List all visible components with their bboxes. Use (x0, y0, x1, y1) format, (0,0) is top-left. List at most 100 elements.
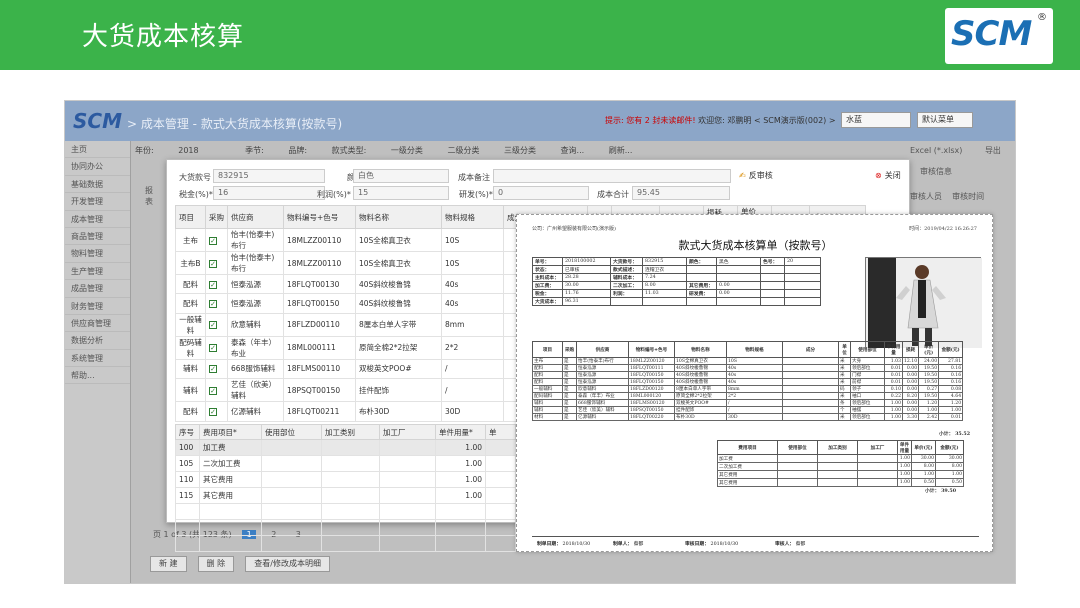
fee-item[interactable]: 加工费 (199, 439, 262, 456)
fee-part[interactable] (261, 455, 322, 472)
brand-filter[interactable]: 品牌: (288, 146, 307, 155)
report-fee-cell: 1.00 (911, 470, 936, 479)
material-col-header[interactable]: 物料编号+色号 (283, 205, 356, 229)
fee-part[interactable] (261, 439, 322, 456)
query-button[interactable]: 查询... (561, 146, 585, 155)
material-col-header[interactable]: 物料名称 (355, 205, 442, 229)
sidebar-item[interactable]: 协同办公 (65, 158, 130, 176)
sidebar-item[interactable]: 系统管理 (65, 350, 130, 368)
fee-item[interactable]: 二次加工费 (199, 455, 262, 472)
fee-qty[interactable]: 1.00 (435, 471, 486, 488)
fee-part[interactable] (261, 471, 322, 488)
fee-price[interactable] (485, 487, 516, 504)
fee-col-header[interactable]: 使用部位 (261, 424, 322, 440)
material-cell-buy[interactable]: ✓ (205, 335, 228, 360)
fee-factory[interactable] (379, 487, 436, 504)
year-filter[interactable]: 年份: 2018 (135, 146, 221, 155)
material-col-header[interactable]: 供应商 (227, 205, 284, 229)
sidebar-item[interactable]: 商品管理 (65, 228, 130, 246)
rd-field[interactable]: 0 (493, 186, 589, 200)
fee-type[interactable] (321, 487, 380, 504)
profit-field[interactable]: 15 (353, 186, 449, 200)
cost-note-field[interactable] (493, 169, 731, 183)
tax-field[interactable]: 16 (213, 186, 325, 200)
fee-col-header[interactable]: 序号 (175, 424, 200, 440)
fee-qty[interactable]: 1.00 (435, 439, 486, 456)
sidebar-item[interactable]: 主页 (65, 141, 130, 159)
purchase-checkbox[interactable]: ✓ (209, 236, 217, 245)
refresh-button[interactable]: 刷新... (609, 146, 633, 155)
sidebar-item[interactable]: 帮助... (65, 367, 130, 385)
season-filter[interactable]: 季节: (245, 146, 264, 155)
material-cell-buy[interactable]: ✓ (205, 378, 228, 403)
sidebar-item[interactable]: 财务管理 (65, 298, 130, 315)
fee-type[interactable] (321, 471, 380, 488)
mail-warning[interactable]: 提示: 您有 2 封未读邮件! (605, 116, 696, 125)
fee-price[interactable] (485, 439, 516, 456)
close-button[interactable]: ⊗ 关闭 (875, 170, 901, 181)
fee-item[interactable]: 其它费用 (199, 471, 262, 488)
cat2-filter[interactable]: 二级分类 (447, 146, 479, 155)
material-col-header[interactable]: 项目 (175, 205, 206, 229)
type-filter[interactable]: 款式类型: (332, 146, 367, 155)
sidebar-item[interactable]: 生产管理 (65, 263, 130, 281)
sidebar-item[interactable]: 成本管理 (65, 211, 130, 228)
sidebar-item[interactable]: 成品管理 (65, 280, 130, 298)
purchase-checkbox[interactable]: ✓ (209, 321, 217, 330)
fee-row[interactable]: 115 其它费用 1.00 (175, 487, 516, 504)
fee-row[interactable]: 100 加工费 1.00 (175, 439, 516, 456)
material-col-header[interactable]: 采购 (205, 205, 228, 229)
fee-item[interactable]: 其它费用 (199, 487, 262, 504)
sidebar-item[interactable]: 开发管理 (65, 193, 130, 211)
sidebar-item[interactable]: 基础数据 (65, 176, 130, 194)
fee-price[interactable] (485, 471, 516, 488)
default-menu-select[interactable]: 默认菜单 (917, 112, 973, 128)
purchase-checkbox[interactable]: ✓ (209, 344, 217, 353)
material-cell-buy[interactable]: ✓ (205, 273, 228, 295)
material-cell-buy[interactable]: ✓ (205, 358, 228, 380)
fee-col-header[interactable]: 单 (485, 424, 516, 440)
style-no-field[interactable]: 832915 (213, 169, 325, 183)
material-col-header[interactable]: 物料规格 (441, 205, 504, 229)
fee-row[interactable]: 105 二次加工费 1.00 (175, 455, 516, 472)
fee-factory[interactable] (379, 471, 436, 488)
purchase-checkbox[interactable]: ✓ (209, 300, 217, 309)
purchase-checkbox[interactable]: ✓ (209, 407, 217, 416)
fee-qty[interactable]: 1.00 (435, 455, 486, 472)
export-format-select[interactable]: Excel (*.xlsx) (910, 146, 962, 155)
fee-part[interactable] (261, 487, 322, 504)
delete-button[interactable]: 删 除 (197, 556, 235, 572)
material-cell-buy[interactable]: ✓ (205, 293, 228, 314)
view-edit-cost-button[interactable]: 查看/修改成本明细 (245, 556, 330, 572)
sidebar-item[interactable]: 物料管理 (65, 245, 130, 263)
purchase-checkbox[interactable]: ✓ (209, 280, 217, 289)
purchase-checkbox[interactable]: ✓ (209, 365, 217, 374)
cat3-filter[interactable]: 三级分类 (504, 146, 536, 155)
fee-row[interactable]: 110 其它费用 1.00 (175, 471, 516, 488)
fee-price[interactable] (485, 455, 516, 472)
unaudit-button[interactable]: ✍ 反审核 (739, 170, 773, 181)
material-cell-buy[interactable]: ✓ (205, 312, 228, 337)
cat1-filter[interactable]: 一级分类 (391, 146, 423, 155)
color-field[interactable]: 白色 (353, 169, 449, 183)
fee-type[interactable] (321, 439, 380, 456)
fee-qty[interactable]: 1.00 (435, 487, 486, 504)
fee-type[interactable] (321, 455, 380, 472)
purchase-checkbox[interactable]: ✓ (209, 259, 217, 268)
fee-factory[interactable] (379, 455, 436, 472)
material-cell-buy[interactable]: ✓ (205, 401, 228, 422)
fee-factory[interactable] (379, 439, 436, 456)
export-button[interactable]: 导出 (985, 146, 1001, 155)
material-cell-buy[interactable]: ✓ (205, 228, 228, 252)
fee-col-header[interactable]: 加工类别 (321, 424, 380, 440)
theme-select[interactable]: 水蓝 (841, 112, 911, 128)
material-cell-buy[interactable]: ✓ (205, 251, 228, 275)
fee-col-header[interactable]: 费用项目* (199, 424, 262, 440)
new-button[interactable]: 新 建 (150, 556, 187, 572)
sidebar-item[interactable]: 供应商管理 (65, 315, 130, 333)
purchase-checkbox[interactable]: ✓ (209, 386, 217, 395)
slide-banner: 大货成本核算 SCM ® (0, 0, 1080, 70)
fee-col-header[interactable]: 单件用量* (435, 424, 486, 440)
fee-col-header[interactable]: 加工厂 (379, 424, 436, 440)
sidebar-item[interactable]: 数据分析 (65, 332, 130, 350)
